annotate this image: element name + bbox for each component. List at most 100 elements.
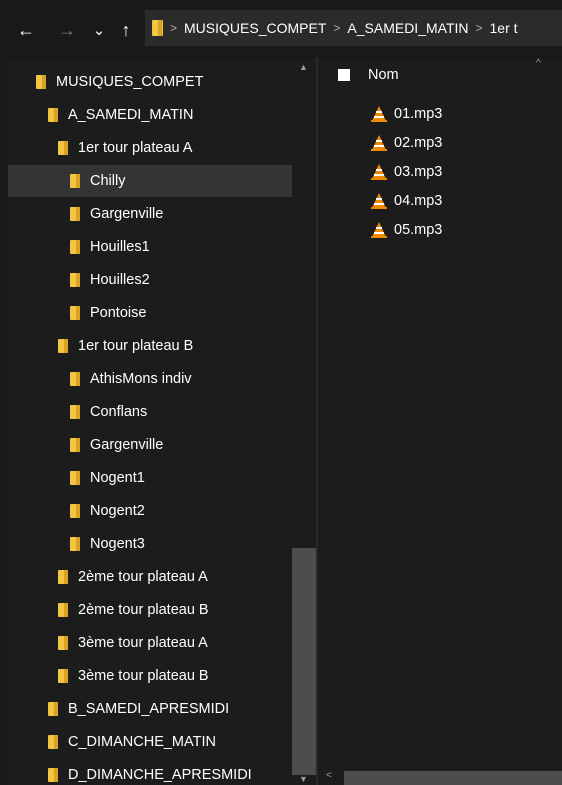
tree-item[interactable]: Gargenville	[8, 198, 316, 230]
tree-item[interactable]: Nogent1	[8, 462, 316, 494]
breadcrumb-item[interactable]: MUSIQUES_COMPET	[184, 20, 326, 36]
folder-icon	[58, 339, 68, 353]
file-item[interactable]: 02.mp3	[370, 130, 442, 156]
tree-item-label: D_DIMANCHE_APRESMIDI	[68, 767, 252, 783]
tree-item-label: A_SAMEDI_MATIN	[68, 107, 194, 123]
back-button[interactable]: ←	[14, 18, 38, 42]
vlc-media-icon	[371, 135, 387, 151]
folder-icon	[58, 636, 68, 650]
tree-item-label: Conflans	[90, 404, 148, 420]
folder-icon	[70, 174, 80, 188]
file-list-scrollbar[interactable]: <	[318, 768, 562, 785]
tree-item[interactable]: Conflans	[8, 396, 316, 428]
folder-icon	[70, 438, 80, 452]
breadcrumb-item[interactable]: A_SAMEDI_MATIN	[347, 20, 468, 36]
file-item[interactable]: 03.mp3	[370, 159, 442, 185]
file-item[interactable]: 04.mp3	[370, 188, 442, 214]
tree-item-label: Nogent1	[90, 470, 145, 486]
folder-icon	[58, 570, 68, 584]
breadcrumb-separator-icon: >	[333, 21, 341, 35]
vlc-media-icon	[371, 222, 387, 238]
tree-item[interactable]: 3ème tour plateau B	[8, 660, 316, 692]
folder-icon	[70, 207, 80, 221]
tree-item-label: Chilly	[90, 173, 126, 189]
vlc-media-icon	[371, 106, 387, 122]
tree-item[interactable]: B_SAMEDI_APRESMIDI	[8, 693, 316, 725]
file-name: 05.mp3	[394, 222, 443, 238]
vlc-media-icon	[371, 164, 387, 180]
tree-item[interactable]: Nogent3	[8, 528, 316, 560]
scroll-up-icon[interactable]: ▲	[299, 62, 308, 72]
folder-icon	[70, 405, 80, 419]
folder-icon	[70, 372, 80, 386]
tree-item-label: Houilles1	[90, 239, 150, 255]
tree-item[interactable]: Gargenville	[8, 429, 316, 461]
file-name: 04.mp3	[394, 193, 443, 209]
file-name: 01.mp3	[394, 106, 443, 122]
scroll-down-icon[interactable]: ▼	[299, 774, 308, 784]
tree-item[interactable]: 2ème tour plateau A	[8, 561, 316, 593]
folder-icon	[48, 108, 58, 122]
tree-item[interactable]: D_DIMANCHE_APRESMIDI	[8, 759, 316, 785]
tree-item-label: Gargenville	[90, 437, 164, 453]
folder-icon	[36, 75, 46, 89]
file-name: 03.mp3	[394, 164, 443, 180]
select-all-checkbox[interactable]	[338, 69, 350, 81]
breadcrumb-separator-icon: >	[475, 21, 483, 35]
tree-item-label: 1er tour plateau A	[78, 140, 193, 156]
file-item[interactable]: 01.mp3	[370, 101, 442, 127]
folder-icon	[70, 537, 80, 551]
breadcrumb-separator-icon: >	[170, 21, 178, 35]
address-bar[interactable]: > MUSIQUES_COMPET > A_SAMEDI_MATIN > 1er…	[145, 10, 562, 46]
sort-indicator-icon: ^	[536, 58, 541, 69]
up-arrow-icon: ↑	[121, 19, 131, 40]
folder-icon	[70, 273, 80, 287]
tree-item-label: Nogent2	[90, 503, 145, 519]
tree-item-label: MUSIQUES_COMPET	[56, 74, 204, 90]
tree-item-label: Houilles2	[90, 272, 150, 288]
file-explorer-window: ← → ⌄ ↑ > MUSIQUES_COMPET > A_SAMEDI_MAT…	[0, 0, 562, 785]
file-name: 02.mp3	[394, 135, 443, 151]
tree-item-label: Gargenville	[90, 206, 164, 222]
folder-icon	[152, 20, 163, 36]
tree-scrollbar-thumb[interactable]	[292, 548, 316, 775]
navigation-tree: MUSIQUES_COMPET A_SAMEDI_MATIN 1er tour …	[8, 58, 316, 785]
folder-icon	[70, 240, 80, 254]
breadcrumb-item[interactable]: 1er t	[490, 20, 518, 36]
tree-item[interactable]: AthisMons indiv	[8, 363, 316, 395]
folder-icon	[48, 735, 58, 749]
tree-item[interactable]: Pontoise	[8, 297, 316, 329]
file-list-scrollbar-thumb[interactable]	[344, 771, 562, 785]
tree-item[interactable]: A_SAMEDI_MATIN	[8, 99, 316, 131]
tree-item-label: B_SAMEDI_APRESMIDI	[68, 701, 230, 717]
file-list-pane: ^ Nom 01.mp3 02.mp3 03.mp3 04.mp3 05.mp3	[318, 58, 562, 785]
forward-button[interactable]: →	[55, 18, 79, 42]
folder-icon	[48, 702, 58, 716]
file-item[interactable]: 05.mp3	[370, 217, 442, 243]
folder-icon	[58, 141, 68, 155]
tree-item[interactable]: Nogent2	[8, 495, 316, 527]
folder-icon	[48, 768, 58, 782]
scroll-left-icon[interactable]: <	[326, 770, 332, 781]
up-button[interactable]: ↑	[116, 18, 136, 42]
chevron-down-icon: ⌄	[92, 22, 106, 39]
tree-item-label: 2ème tour plateau A	[78, 569, 208, 585]
tree-item[interactable]: Houilles1	[8, 231, 316, 263]
tree-item[interactable]: C_DIMANCHE_MATIN	[8, 726, 316, 758]
tree-item[interactable]: MUSIQUES_COMPET	[8, 66, 316, 98]
tree-item[interactable]: Houilles2	[8, 264, 316, 296]
column-header-name[interactable]: Nom	[338, 64, 399, 86]
recent-locations-button[interactable]: ⌄	[90, 18, 108, 42]
tree-scrollbar[interactable]: ▲ ▼	[292, 58, 316, 785]
tree-item-selected[interactable]: Chilly	[8, 165, 316, 197]
tree-item-label: 3ème tour plateau A	[78, 635, 208, 651]
tree-item-label: 1er tour plateau B	[78, 338, 194, 354]
tree-item[interactable]: 2ème tour plateau B	[8, 594, 316, 626]
tree-item[interactable]: 1er tour plateau B	[8, 330, 316, 362]
folder-icon	[70, 504, 80, 518]
folder-icon	[70, 306, 80, 320]
folder-icon	[58, 669, 68, 683]
tree-item[interactable]: 3ème tour plateau A	[8, 627, 316, 659]
tree-item[interactable]: 1er tour plateau A	[8, 132, 316, 164]
tree-item-label: AthisMons indiv	[90, 371, 192, 387]
